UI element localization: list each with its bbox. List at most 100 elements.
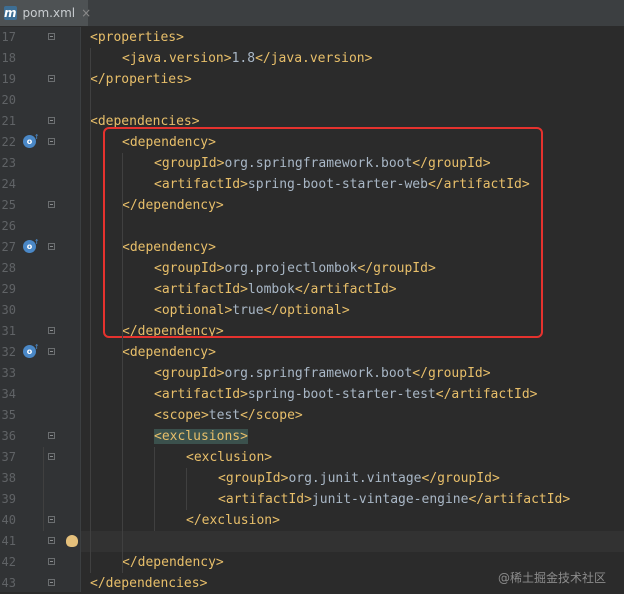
line-number: 33	[1, 366, 16, 380]
code-line[interactable]: 40 </exclusion>	[0, 510, 624, 531]
xml-tag: <artifactId>	[218, 492, 312, 507]
code-text: <scope>test</scope>	[154, 405, 303, 426]
fold-marker-icon[interactable]	[48, 138, 55, 145]
code-text: <java.version>1.8</java.version>	[122, 48, 372, 69]
xml-tag: </dependency>	[122, 555, 224, 570]
xml-tag: </scope>	[240, 408, 303, 423]
code-line[interactable]: 38 <groupId>org.junit.vintage</groupId>	[0, 468, 624, 489]
highlight-annotation-box	[103, 127, 543, 338]
code-text: </exclusion>	[186, 510, 280, 531]
tab-filename: pom.xml	[22, 6, 76, 20]
code-text: <artifactId>junit-vintage-engine</artifa…	[218, 489, 570, 510]
code-text: <exclusion>	[186, 447, 272, 468]
xml-tag: <dependency>	[122, 345, 216, 360]
code-line[interactable]: 18 <java.version>1.8</java.version>	[0, 48, 624, 69]
xml-tag: <scope>	[154, 408, 209, 423]
close-icon[interactable]: ×	[81, 6, 91, 20]
line-number: 42	[1, 555, 16, 569]
xml-tag: <java.version>	[122, 51, 232, 66]
code-text: <artifactId>spring-boot-starter-test</ar…	[154, 384, 538, 405]
code-text: <groupId>org.springframework.boot</group…	[154, 363, 491, 384]
line-number: 32	[1, 345, 16, 359]
lightbulb-icon[interactable]	[66, 535, 78, 547]
code-line[interactable]: 17 <properties>	[0, 27, 624, 48]
line-number: 23	[1, 156, 16, 170]
xml-tag: </groupId>	[421, 471, 500, 486]
code-text: </properties>	[90, 69, 192, 90]
indent-guide	[122, 153, 123, 573]
xml-text: junit-vintage-engine	[311, 492, 469, 507]
fold-marker-icon[interactable]	[48, 348, 55, 355]
code-line[interactable]: 33 <groupId>org.springframework.boot</gro…	[0, 363, 624, 384]
xml-text: org.junit.vintage	[288, 471, 422, 486]
fold-marker-icon[interactable]	[48, 75, 55, 82]
code-text: </dependencies>	[90, 573, 207, 594]
fold-marker-icon[interactable]	[48, 432, 55, 439]
xml-tag: </groupId>	[412, 366, 491, 381]
line-number: 28	[1, 261, 16, 275]
fold-marker-icon[interactable]	[48, 243, 55, 250]
watermark: @稀土掘金技术社区	[497, 571, 606, 585]
line-number: 30	[1, 303, 16, 317]
line-number: 43	[1, 576, 16, 590]
code-line[interactable]: 19 </properties>	[0, 69, 624, 90]
fold-marker-icon[interactable]	[48, 558, 55, 565]
up-arrow-icon: ↑	[34, 342, 40, 352]
line-number: 21	[1, 114, 16, 128]
xml-text: org.springframework.boot	[224, 366, 413, 381]
line-number: 24	[1, 177, 16, 191]
code-line[interactable]: 37 <exclusion>	[0, 447, 624, 468]
up-arrow-icon: ↑	[34, 132, 40, 142]
line-number: 34	[1, 387, 16, 401]
code-text: </dependency>	[122, 552, 224, 573]
code-text: <exclusions>	[154, 426, 248, 447]
xml-tag: <exclusion>	[186, 450, 273, 465]
fold-marker-icon[interactable]	[48, 201, 55, 208]
line-number: 18	[1, 51, 16, 65]
fold-marker-icon[interactable]	[48, 327, 55, 334]
fold-marker-icon[interactable]	[48, 117, 55, 124]
indent-guide	[43, 447, 44, 531]
line-number: 37	[1, 450, 16, 464]
line-number: 38	[1, 471, 16, 485]
fold-marker-icon[interactable]	[48, 33, 55, 40]
xml-tag: <exclusions>	[154, 429, 248, 444]
code-text: <groupId>org.junit.vintage</groupId>	[218, 468, 500, 489]
fold-marker-icon[interactable]	[48, 516, 55, 523]
line-number: 35	[1, 408, 16, 422]
line-number: 20	[1, 93, 16, 107]
fold-marker-icon[interactable]	[48, 453, 55, 460]
code-line[interactable]: 36 <exclusions>	[0, 426, 624, 447]
xml-tag: </exclusion>	[186, 513, 280, 528]
code-line[interactable]: 39 <artifactId>junit-vintage-engine</arti…	[0, 489, 624, 510]
fold-marker-icon[interactable]	[48, 537, 55, 544]
line-number: 39	[1, 492, 16, 506]
xml-tag: </dependencies>	[90, 576, 208, 591]
indent-guide	[154, 447, 155, 531]
code-line[interactable]: 20	[0, 90, 624, 111]
indent-guide	[90, 48, 91, 573]
tab-pom-xml[interactable]: m pom.xml ×	[0, 0, 91, 26]
line-number: 27	[1, 240, 16, 254]
up-arrow-icon: ↑	[34, 237, 40, 247]
line-number: 36	[1, 429, 16, 443]
xml-tag: </java.version>	[255, 51, 373, 66]
line-number: 41	[1, 534, 16, 548]
line-number: 19	[1, 72, 16, 86]
xml-tag: </properties>	[90, 72, 192, 87]
xml-tag: <groupId>	[218, 471, 289, 486]
line-number: 22	[1, 135, 16, 149]
code-line[interactable]: 35 <scope>test</scope>	[0, 405, 624, 426]
line-number: 31	[1, 324, 16, 338]
xml-tag: </artifactId>	[468, 492, 571, 507]
code-text: <properties>	[90, 27, 184, 48]
fold-marker-icon[interactable]	[48, 579, 55, 586]
maven-m-icon: m	[4, 6, 17, 20]
indent-guide	[186, 468, 187, 510]
code-line[interactable]: 32 o ↑ <dependency>	[0, 342, 624, 363]
current-line-highlight	[81, 531, 624, 552]
xml-tag: <properties>	[90, 30, 184, 45]
xml-text: 1.8	[231, 51, 256, 66]
code-line[interactable]: 34 <artifactId>spring-boot-starter-test</…	[0, 384, 624, 405]
line-number: 25	[1, 198, 16, 212]
